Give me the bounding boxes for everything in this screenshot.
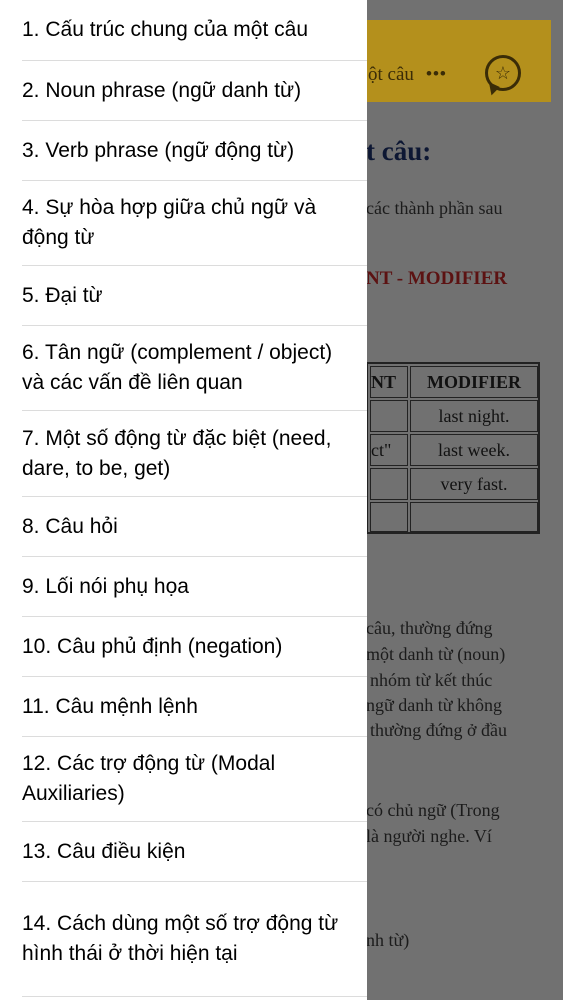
menu-item-4[interactable]: 4. Sự hòa hợp giữa chủ ngữ và động từ — [0, 181, 367, 265]
table-header-cell: NT — [370, 366, 408, 398]
table-cell — [370, 400, 408, 432]
page-header-title: ột câu — [368, 64, 414, 85]
table-cell: last week. — [410, 434, 538, 466]
body-text-line: nh từ) — [366, 930, 410, 950]
menu-item-label: 7. Một số động từ đặc biệt (need, dare, … — [22, 426, 332, 480]
table-cell: very fast. — [410, 468, 538, 500]
table-cell — [370, 468, 408, 500]
menu-item-label: 9. Lối nói phụ họa — [22, 574, 189, 598]
menu-item-9[interactable]: 9. Lối nói phụ họa — [0, 557, 367, 616]
menu-item-label: 12. Các trợ động từ (Modal Auxiliaries) — [22, 752, 276, 805]
section-heading: t câu: — [366, 136, 432, 166]
menu-item-6[interactable]: 6. Tân ngữ (complement / object) và các … — [0, 326, 367, 410]
menu-item-label: 2. Noun phrase (ngữ danh từ) — [22, 78, 302, 102]
body-text-line: nhóm từ kết thúc — [370, 670, 493, 690]
menu-item-label: 3. Verb phrase (ngữ động từ) — [22, 138, 295, 162]
menu-item-label: 11. Câu mệnh lệnh — [22, 694, 198, 718]
table-cell — [370, 502, 408, 532]
menu-item-3[interactable]: 3. Verb phrase (ngữ động từ) — [0, 121, 367, 180]
menu-item-7[interactable]: 7. Một số động từ đặc biệt (need, dare, … — [0, 411, 367, 496]
body-text-line: là người nghe. Ví — [366, 826, 492, 846]
table-cell — [410, 502, 538, 532]
menu-item-label: 1. Cấu trúc chung của một câu — [22, 18, 308, 41]
menu-item-12[interactable]: 12. Các trợ động từ (Modal Auxiliaries) — [0, 737, 367, 821]
menu-item-5[interactable]: 5. Đại từ — [0, 266, 367, 325]
structure-formula: NT - MODIFIER — [366, 268, 508, 289]
menu-item-label: 4. Sự hòa hợp giữa chủ ngữ và động từ — [22, 196, 317, 249]
menu-item-8[interactable]: 8. Câu hỏi — [0, 497, 367, 556]
menu-item-label: 5. Đại từ — [22, 283, 103, 307]
menu-item-2[interactable]: 2. Noun phrase (ngữ danh từ) — [0, 61, 367, 120]
menu-item-label: 13. Câu điều kiện — [22, 839, 186, 863]
menu-item-label: 14. Cách dùng một số trợ động từ hình th… — [22, 911, 339, 965]
more-dots-icon[interactable]: ••• — [426, 64, 447, 84]
table-cell: ct" — [370, 434, 408, 466]
menu-item-14[interactable]: 14. Cách dùng một số trợ động từ hình th… — [0, 882, 367, 995]
menu-item-label: 8. Câu hỏi — [22, 514, 118, 538]
menu-item-10[interactable]: 10. Câu phủ định (negation) — [0, 617, 367, 676]
menu-item-label: 6. Tân ngữ (complement / object) và các … — [22, 341, 333, 394]
body-text-line: một danh từ (noun) — [366, 644, 506, 664]
body-text-line: thường đứng ở đầu — [370, 720, 508, 740]
body-text-line: câu, thường đứng — [366, 618, 493, 638]
menu-item-1[interactable]: 1. Cấu trúc chung của một câu — [0, 0, 367, 60]
table-header-cell: MODIFIER — [410, 366, 538, 398]
structure-table: NT MODIFIER last night. ct" last week. v… — [366, 362, 540, 534]
body-text-line: ngữ danh từ không — [366, 695, 503, 715]
menu-item-label: 10. Câu phủ định (negation) — [22, 634, 283, 658]
menu-item-13[interactable]: 13. Câu điều kiện — [0, 822, 367, 881]
navigation-drawer: 1. Cấu trúc chung của một câu 2. Noun ph… — [0, 0, 367, 1000]
menu-item-11[interactable]: 11. Câu mệnh lệnh — [0, 677, 367, 736]
intro-paragraph: các thành phần sau — [366, 198, 503, 218]
table-cell: last night. — [410, 400, 538, 432]
menu-divider — [22, 996, 367, 997]
body-text-line: có chủ ngữ (Trong — [366, 800, 500, 820]
